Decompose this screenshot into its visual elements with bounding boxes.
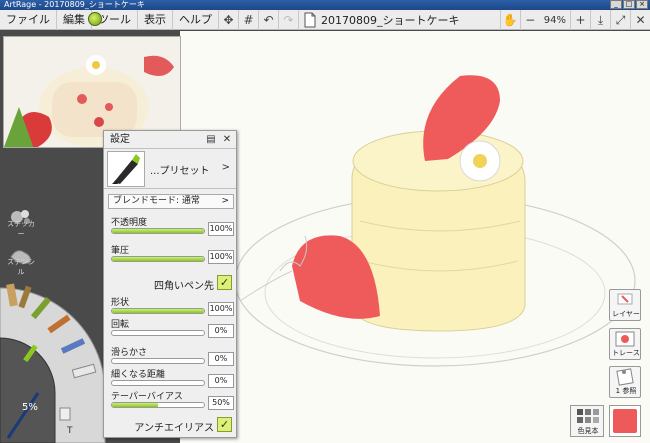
close-window-icon[interactable]: × — [636, 0, 648, 9]
menu-view[interactable]: 表示 — [138, 9, 173, 30]
move-icon[interactable]: ✥ — [219, 9, 239, 30]
checkbox[interactable]: ✓ — [217, 417, 232, 432]
slider-value[interactable]: 0% — [208, 324, 234, 338]
svg-text:T: T — [66, 426, 73, 436]
swatches-button[interactable]: 色見本 — [570, 405, 604, 437]
menu-help[interactable]: ヘルプ — [173, 9, 219, 30]
color-picker-button[interactable] — [609, 405, 641, 437]
checkbox[interactable]: ✓ — [217, 275, 232, 290]
fullscreen-icon[interactable]: ⤢ — [610, 10, 630, 30]
opacity-slider[interactable]: 不透明度 100% — [108, 215, 234, 241]
trace-icon — [615, 331, 635, 347]
slider-label: 細くなる距離 — [111, 370, 166, 380]
square-tip-checkbox[interactable]: 四角いペン先 ✓ — [108, 275, 234, 292]
pen-icon — [112, 154, 140, 184]
hand-icon[interactable]: ✋ — [499, 10, 520, 30]
rotation-slider[interactable]: 回転 0% — [108, 317, 234, 343]
slider-value[interactable]: 50% — [208, 396, 234, 410]
slider-track[interactable] — [111, 330, 205, 336]
slider-value[interactable]: 0% — [208, 374, 234, 388]
layers-icon — [617, 293, 633, 305]
blend-mode-select[interactable]: ブレンドモード: 通常 > — [108, 194, 234, 209]
settings-panel: 設定 ▤ ✕ ...プリセット > ブレンドモード: 通常 > 不透明度 100… — [103, 130, 237, 438]
document-title: 20170809_ショートケーキ — [321, 13, 460, 27]
slider-value[interactable]: 100% — [208, 302, 234, 316]
zoom-in-icon[interactable]: + — [570, 10, 590, 30]
close-panel-icon[interactable]: ✕ — [630, 10, 650, 30]
tool-size: 5% — [22, 402, 38, 413]
grid-icon[interactable]: # — [239, 9, 259, 30]
window-title: ArtRage - 20170809_ショートケーキ — [4, 0, 145, 9]
stencil-label: ステンシル — [7, 258, 35, 276]
preset-label: ...プリセット — [150, 166, 210, 177]
menu-edit[interactable]: 編集 — [57, 9, 92, 30]
pressure-slider[interactable]: 筆圧 100% — [108, 243, 234, 269]
slider-track[interactable] — [111, 256, 205, 262]
slider-track[interactable] — [111, 228, 205, 234]
slider-value[interactable]: 100% — [208, 222, 234, 236]
document-icon — [304, 12, 316, 27]
reference-label: 1 参照 — [615, 387, 637, 395]
antialias-label: アンチエイリアス — [134, 423, 214, 434]
brush-preview — [107, 151, 145, 187]
slider-track[interactable] — [111, 358, 205, 364]
swatches-label: 色見本 — [577, 427, 599, 435]
slider-value[interactable]: 0% — [208, 352, 234, 366]
slider-track[interactable] — [111, 380, 205, 386]
slider-track[interactable] — [111, 402, 205, 408]
drawing-paper[interactable] — [180, 31, 650, 443]
preset-selector[interactable]: ...プリセット > — [104, 149, 236, 189]
undo-icon[interactable]: ↶ — [259, 9, 279, 30]
window-title-bar: ArtRage - 20170809_ショートケーキ _ □ × — [0, 0, 650, 10]
swatch-grid-icon — [577, 409, 599, 423]
blend-mode-label: ブレンドモード: 通常 — [113, 196, 200, 206]
cake-drawing — [234, 75, 636, 367]
chevron-right-icon: > — [221, 196, 229, 206]
tool-picker[interactable]: T — [0, 278, 110, 443]
slider-track[interactable] — [111, 308, 205, 314]
close-icon[interactable]: ✕ — [220, 133, 234, 147]
slider-label: 形状 — [111, 298, 130, 308]
square-tip-label: 四角いペン先 — [154, 281, 214, 292]
settings-title: 設定 — [110, 134, 130, 145]
zoom-out-icon[interactable]: − — [519, 10, 540, 30]
sticker-button[interactable]: ステッカー — [5, 205, 37, 238]
menu-icon[interactable]: ▤ — [204, 133, 218, 147]
slider-label: 筆圧 — [111, 246, 130, 256]
zoom-level: 94% — [543, 14, 566, 26]
slider-label: 滑らかさ — [111, 348, 148, 358]
download-icon[interactable]: ⤓ — [590, 10, 610, 30]
sticker-label: ステッカー — [7, 220, 35, 238]
layers-label: レイヤー — [612, 310, 640, 318]
slider-label: 不透明度 — [111, 218, 148, 228]
antialias-checkbox[interactable]: アンチエイリアス ✓ — [108, 417, 234, 434]
menu-file[interactable]: ファイル — [0, 9, 57, 30]
pin-icon[interactable] — [88, 12, 102, 26]
stencil-button[interactable]: ステンシル — [5, 243, 37, 276]
slider-value[interactable]: 100% — [208, 250, 234, 264]
maximize-icon[interactable]: □ — [623, 0, 635, 9]
reference-icon — [616, 368, 634, 386]
taper-bias-slider[interactable]: テーパーバイアス 50% — [108, 389, 234, 415]
minimize-icon[interactable]: _ — [610, 0, 622, 9]
reference-button[interactable]: 1 参照 — [609, 366, 641, 398]
chevron-right-icon: > — [221, 162, 230, 173]
settings-header: 設定 ▤ ✕ — [104, 131, 236, 149]
slider-label: 回転 — [111, 320, 130, 330]
trace-button[interactable]: トレース — [609, 328, 641, 360]
current-color-swatch — [613, 409, 637, 433]
view-tools: ✋ − 94% + ⤓ ⤢ ✕ — [499, 10, 650, 30]
slider-label: テーパーバイアス — [111, 392, 183, 402]
window-controls: _ □ × — [610, 0, 648, 10]
trace-label: トレース — [612, 349, 640, 357]
redo-icon[interactable]: ↷ — [279, 9, 299, 30]
layers-button[interactable]: レイヤー — [609, 289, 641, 321]
